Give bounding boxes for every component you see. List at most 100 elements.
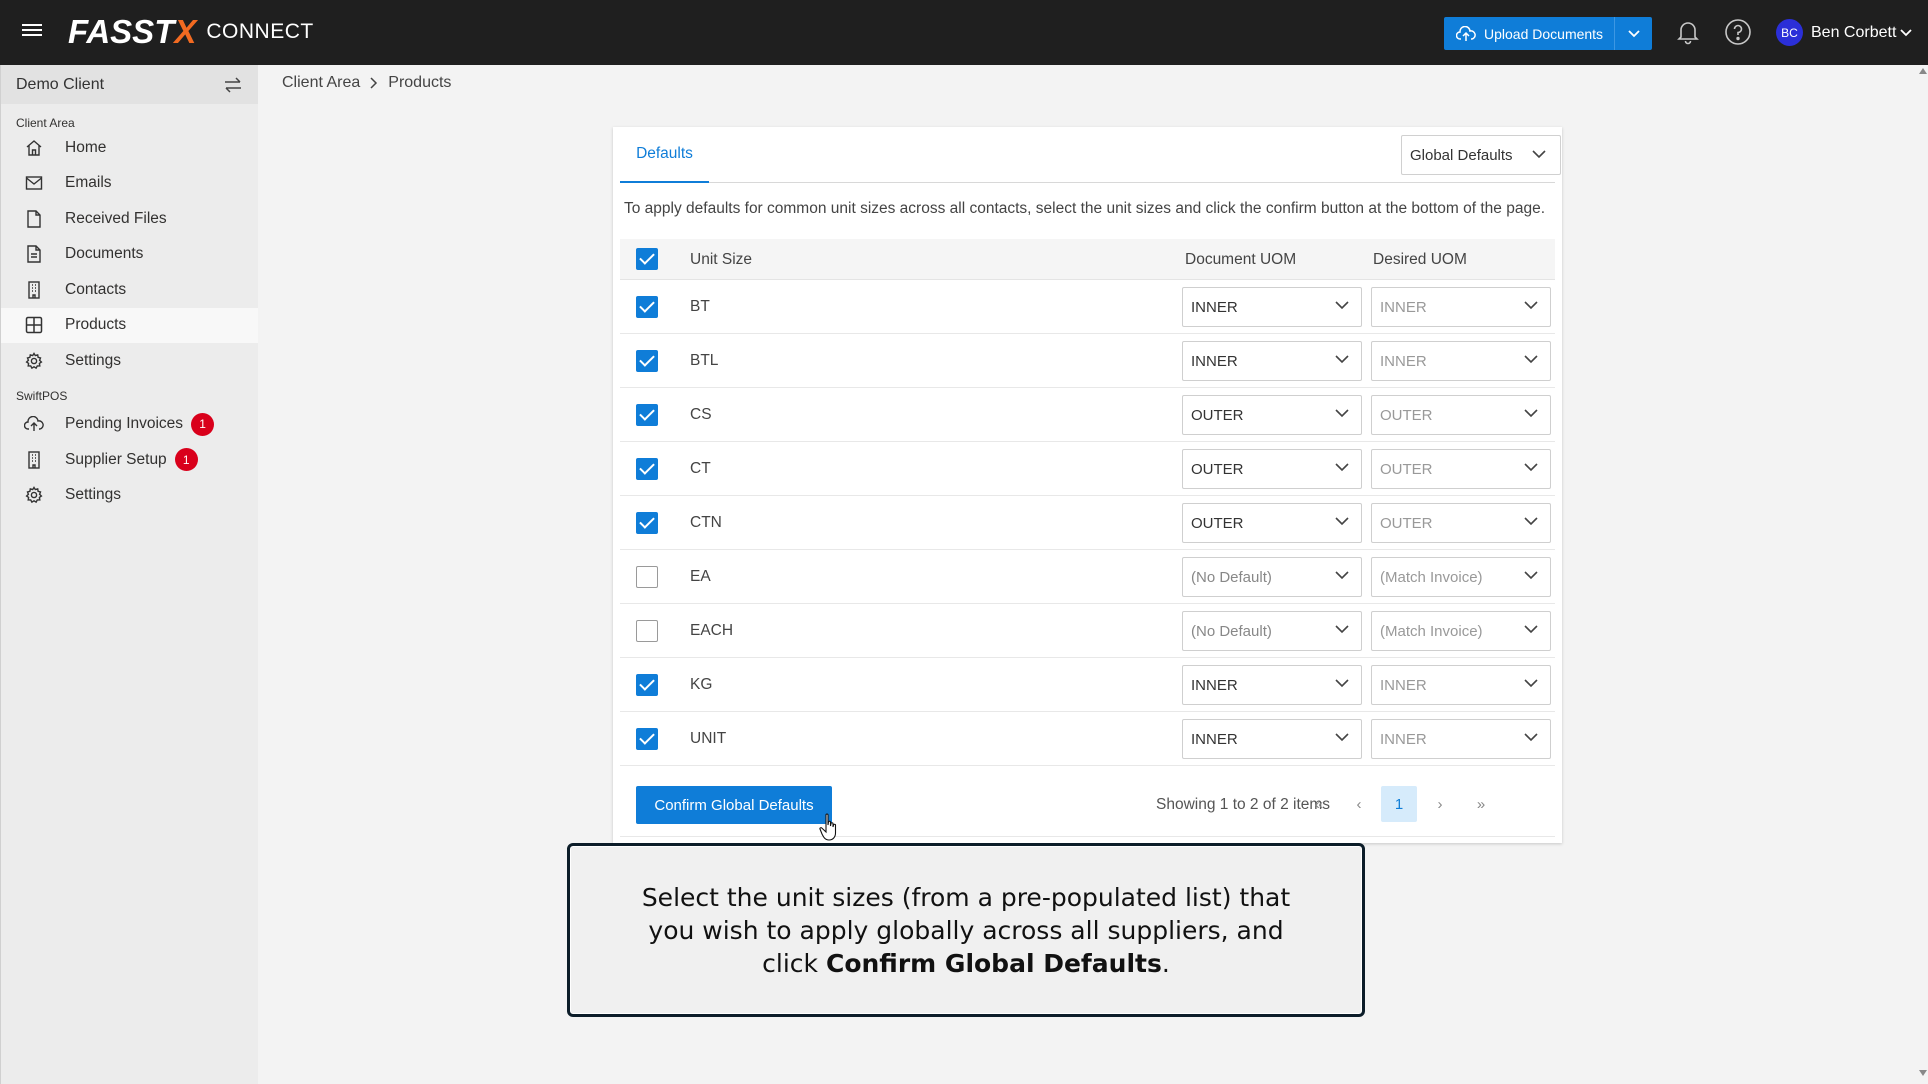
chevron-down-icon — [1335, 571, 1349, 580]
table-row: CS OUTER OUTER — [620, 388, 1555, 442]
row-checkbox[interactable] — [636, 566, 658, 588]
app-logo: FASSTX CONNECT — [68, 13, 314, 50]
chevron-down-icon — [1900, 28, 1913, 36]
row-checkbox[interactable] — [636, 674, 658, 696]
select-all-checkbox[interactable] — [636, 248, 658, 270]
chevron-down-icon — [1335, 409, 1349, 418]
upload-menu-toggle[interactable] — [1614, 17, 1652, 50]
tab-defaults[interactable]: Defaults — [620, 127, 709, 183]
row-checkbox[interactable] — [636, 512, 658, 534]
building-icon — [24, 280, 44, 300]
sidebar-item-products[interactable]: Products — [1, 307, 258, 343]
sidebar-item-supplier-setup[interactable]: Supplier Setup 1 — [1, 442, 258, 478]
sidebar-item-pending-invoices[interactable]: Pending Invoices 1 — [1, 407, 258, 443]
sidebar-item-settings[interactable]: Settings — [1, 343, 258, 379]
section-label-client-area: Client Area — [16, 116, 75, 130]
desired-uom-select[interactable]: (Match Invoice) — [1371, 611, 1551, 651]
document-uom-select[interactable]: OUTER — [1182, 503, 1362, 543]
tutorial-callout: Select the unit sizes (from a pre-popula… — [567, 843, 1365, 1017]
sidebar-item-swiftpos-settings[interactable]: Settings — [1, 478, 258, 514]
sidebar-item-received-files[interactable]: Received Files — [1, 201, 258, 237]
confirm-global-defaults-button[interactable]: Confirm Global Defaults — [636, 786, 832, 824]
notification-badge: 1 — [191, 412, 215, 436]
document-uom-value: INNER — [1191, 730, 1238, 748]
chevron-right-icon — [370, 77, 378, 89]
breadcrumb-current: Products — [388, 74, 452, 91]
previous-page-button[interactable]: ‹ — [1341, 786, 1377, 822]
sidebar-item-emails[interactable]: Emails — [1, 166, 258, 202]
sidebar-item-label: Contacts — [65, 280, 127, 298]
user-menu[interactable]: BC Ben Corbett — [1776, 19, 1913, 46]
table-row: CT OUTER OUTER — [620, 442, 1555, 496]
user-name: Ben Corbett — [1811, 23, 1897, 41]
next-page-button[interactable]: › — [1422, 786, 1458, 822]
document-uom-value: INNER — [1191, 298, 1238, 316]
row-checkbox[interactable] — [636, 458, 658, 480]
desired-uom-select[interactable]: INNER — [1371, 719, 1551, 759]
document-uom-select[interactable]: INNER — [1182, 719, 1362, 759]
breadcrumb-client-area[interactable]: Client Area — [282, 74, 360, 92]
table-row: KG INNER INNER — [620, 658, 1555, 712]
chevron-down-icon — [1335, 517, 1349, 526]
unit-size-grid: Unit Size Document UOM Desired UOM BT INN… — [620, 239, 1555, 766]
chevron-down-icon — [1524, 301, 1538, 310]
sidebar-item-contacts[interactable]: Contacts — [1, 272, 258, 308]
callout-bold-text: Confirm Global Defaults — [825, 948, 1162, 978]
first-page-button[interactable]: « — [1301, 786, 1337, 822]
gear-icon — [24, 351, 44, 371]
help-icon[interactable] — [1724, 18, 1752, 46]
desired-uom-value: OUTER — [1380, 406, 1433, 424]
desired-uom-select[interactable]: (Match Invoice) — [1371, 557, 1551, 597]
row-checkbox[interactable] — [636, 404, 658, 426]
chevron-down-icon — [1335, 679, 1349, 688]
desired-uom-select[interactable]: INNER — [1371, 665, 1551, 705]
upload-documents-button[interactable]: Upload Documents — [1444, 17, 1652, 50]
document-uom-select[interactable]: (No Default) — [1182, 611, 1362, 651]
chevron-down-icon — [1524, 679, 1538, 688]
chevron-down-icon — [1524, 355, 1538, 364]
document-icon — [24, 244, 44, 264]
document-uom-select[interactable]: INNER — [1182, 287, 1362, 327]
chevron-down-icon — [1524, 625, 1538, 634]
last-page-button[interactable]: » — [1463, 786, 1499, 822]
document-uom-select[interactable]: OUTER — [1182, 395, 1362, 435]
document-uom-value: INNER — [1191, 676, 1238, 694]
chevron-down-icon — [1524, 409, 1538, 418]
desired-uom-select[interactable]: OUTER — [1371, 395, 1551, 435]
desired-uom-value: OUTER — [1380, 514, 1433, 532]
row-checkbox[interactable] — [636, 296, 658, 318]
menu-icon[interactable] — [22, 21, 42, 41]
row-checkbox[interactable] — [636, 620, 658, 642]
table-row: UNIT INNER INNER — [620, 712, 1555, 766]
row-checkbox[interactable] — [636, 728, 658, 750]
chevron-down-icon — [1524, 463, 1538, 472]
page-1-button[interactable]: 1 — [1381, 786, 1417, 822]
defaults-scope-select[interactable]: Global Defaults — [1401, 135, 1561, 175]
desired-uom-value: INNER — [1380, 730, 1427, 748]
defaults-card: Defaults Global Defaults To apply defaul… — [613, 127, 1562, 843]
unit-size-cell: UNIT — [690, 730, 727, 747]
swap-icon[interactable] — [223, 75, 243, 95]
client-selector: Demo Client — [1, 65, 258, 104]
chevron-down-icon — [1335, 355, 1349, 364]
sidebar-item-documents[interactable]: Documents — [1, 237, 258, 273]
desired-uom-select[interactable]: INNER — [1371, 341, 1551, 381]
file-icon — [24, 209, 44, 229]
sidebar-item-home[interactable]: Home — [1, 130, 258, 166]
bell-icon[interactable] — [1674, 18, 1702, 46]
gear-icon — [24, 485, 44, 505]
grid-footer: Confirm Global Defaults Showing 1 to 2 o… — [620, 783, 1555, 837]
chevron-down-icon — [1335, 463, 1349, 472]
document-uom-select[interactable]: INNER — [1182, 341, 1362, 381]
desired-uom-select[interactable]: OUTER — [1371, 503, 1551, 543]
client-name: Demo Client — [16, 75, 105, 93]
vertical-scrollbar[interactable] — [1918, 65, 1928, 1084]
row-checkbox[interactable] — [636, 350, 658, 372]
desired-uom-select[interactable]: OUTER — [1371, 449, 1551, 489]
unit-size-cell: BT — [690, 298, 710, 315]
desired-uom-select[interactable]: INNER — [1371, 287, 1551, 327]
table-row: CTN OUTER OUTER — [620, 496, 1555, 550]
document-uom-select[interactable]: (No Default) — [1182, 557, 1362, 597]
document-uom-select[interactable]: OUTER — [1182, 449, 1362, 489]
document-uom-select[interactable]: INNER — [1182, 665, 1362, 705]
